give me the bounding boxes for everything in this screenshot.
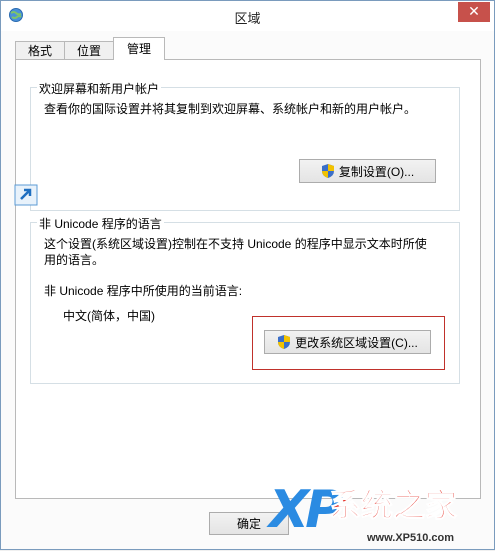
welcome-screen-group: 欢迎屏幕和新用户帐户 查看你的国际设置并将其复制到欢迎屏幕、系统帐户和新的用户帐… (30, 80, 460, 211)
watermark-brand: 系统之家 (328, 487, 458, 524)
highlight-box (252, 316, 445, 370)
button-label: 确定 (236, 517, 261, 531)
shortcut-arrow-icon (14, 184, 38, 206)
tab-location[interactable]: 位置 (64, 41, 114, 59)
copy-settings-button[interactable]: 复制设置(O)... (299, 159, 436, 183)
button-label: 复制设置(O)... (338, 164, 415, 179)
window-title: 区域 (234, 11, 261, 26)
tab-format[interactable]: 格式 (15, 41, 65, 59)
current-language-value: 中文(简体，中国) (63, 309, 155, 323)
tab-label: 格式 (27, 44, 52, 58)
uac-shield-icon (321, 164, 334, 178)
current-language-label: 非 Unicode 程序中所使用的当前语言: (44, 284, 243, 298)
close-icon: ✕ (468, 4, 480, 20)
group-title: 欢迎屏幕和新用户帐户 (37, 80, 162, 97)
welcome-description: 查看你的国际设置并将其复制到欢迎屏幕、系统帐户和新的用户帐户。 (44, 102, 417, 116)
tab-administrative[interactable]: 管理 (113, 37, 165, 60)
watermark-url: www.XP510.com (367, 532, 455, 544)
group-title: 非 Unicode 程序的语言 (37, 215, 164, 232)
tab-label: 位置 (76, 44, 101, 58)
close-button[interactable]: ✕ (458, 2, 490, 22)
region-dialog: 区域 ✕ 格式 位置 管理 欢迎屏幕和新用户帐户 查看你的国际设置并将其复制到欢… (0, 0, 495, 550)
title-bar[interactable]: 区域 ✕ (1, 1, 494, 31)
unicode-description-line2: 用的语言。 (44, 253, 105, 267)
tab-label: 管理 (126, 42, 151, 56)
tab-panel-administrative: 欢迎屏幕和新用户帐户 查看你的国际设置并将其复制到欢迎屏幕、系统帐户和新的用户帐… (15, 59, 481, 499)
unicode-description-line1: 这个设置(系统区域设置)控制在不支持 Unicode 的程序中显示文本时所使 (44, 237, 427, 251)
watermark-logo: XP 系统之家 www.XP510.com (269, 479, 495, 551)
